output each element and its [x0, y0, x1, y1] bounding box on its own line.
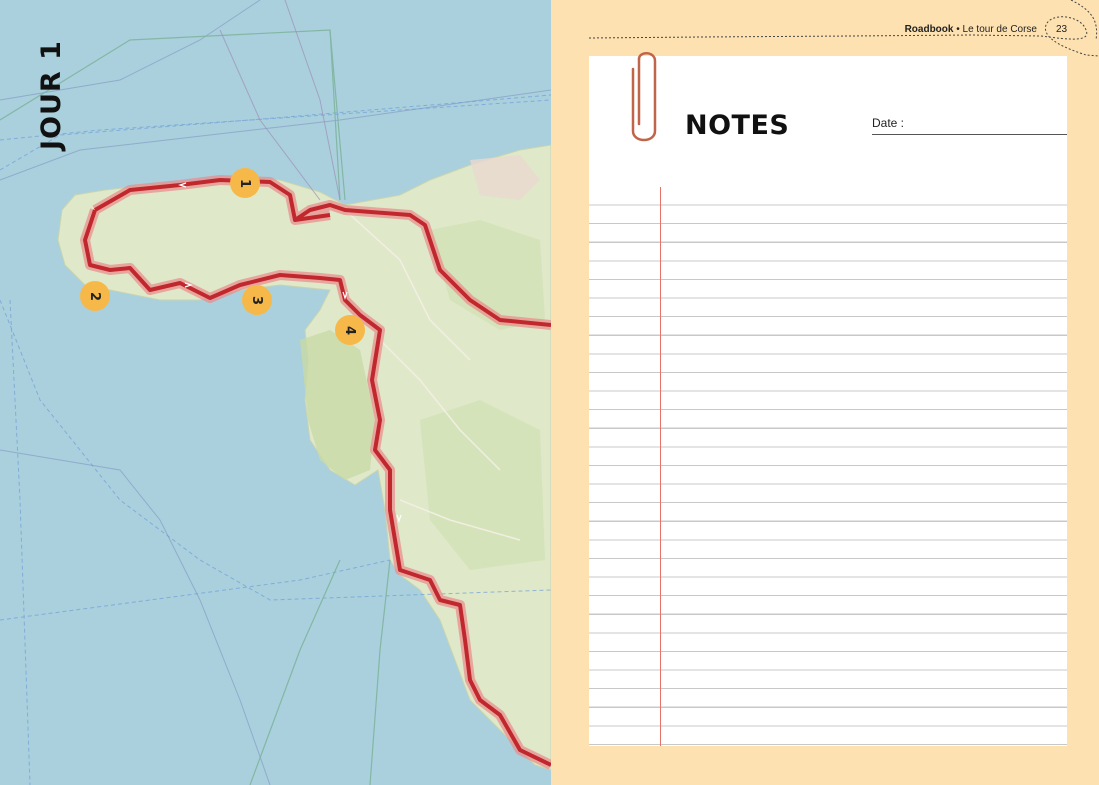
paperclip-icon	[631, 52, 657, 142]
running-header: Roadbook • Le tour de Corse	[905, 24, 1037, 35]
margin-line	[660, 187, 661, 746]
route-marker-2[interactable]: 2	[80, 281, 110, 311]
page-number: 23	[1056, 24, 1068, 35]
route-marker-4[interactable]: 4	[335, 315, 365, 345]
header-title: Roadbook	[904, 24, 954, 35]
route-marker-3[interactable]: 3	[242, 285, 272, 315]
notes-paper[interactable]: NOTES Date :	[589, 56, 1067, 746]
map-canvas	[0, 0, 551, 785]
date-field-line[interactable]	[872, 134, 1067, 135]
route-map[interactable]: JOUR 1 1 2 3 4	[0, 0, 551, 785]
notes-page: Roadbook • Le tour de Corse 23 NOTES Dat…	[551, 0, 1099, 785]
header-subtitle: • Le tour de Corse	[953, 24, 1037, 35]
date-label: Date :	[872, 116, 905, 130]
notes-title: NOTES	[685, 110, 790, 141]
day-label: JOUR 1	[36, 40, 67, 150]
route-marker-1[interactable]: 1	[230, 168, 260, 198]
